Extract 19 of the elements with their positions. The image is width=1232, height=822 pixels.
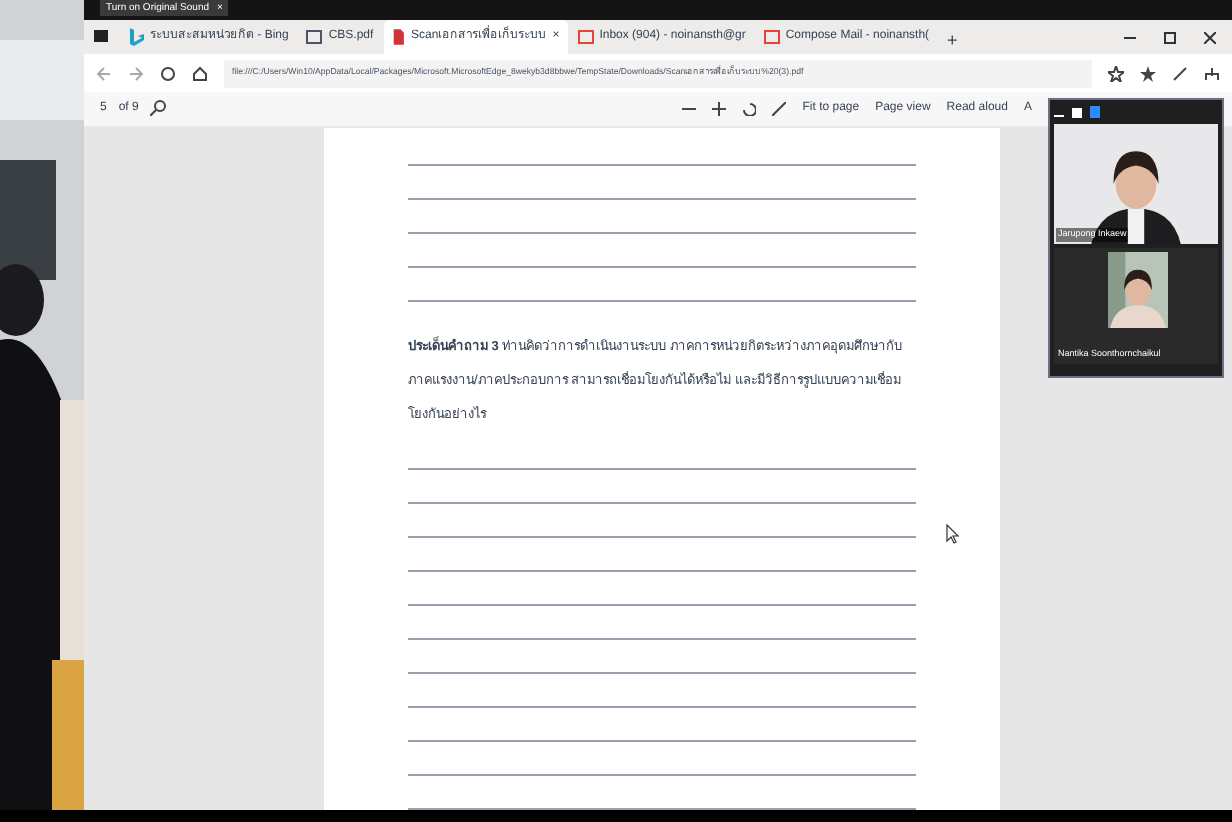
- cursor-icon: [946, 524, 960, 544]
- maximize-icon[interactable]: [1164, 32, 1176, 45]
- document-icon: [391, 28, 405, 47]
- close-icon[interactable]: [1204, 32, 1216, 45]
- favorites-icon[interactable]: [1140, 65, 1156, 82]
- refresh-icon[interactable]: [160, 65, 176, 82]
- mail-icon: [763, 30, 780, 45]
- minimize-icon[interactable]: [1124, 32, 1136, 45]
- view-icon[interactable]: [1072, 107, 1082, 117]
- window-menu-icon[interactable]: [92, 26, 112, 47]
- page-icon: [306, 30, 323, 45]
- zoom-in-icon[interactable]: [712, 101, 727, 116]
- favorite-star-icon[interactable]: [1108, 65, 1124, 82]
- rotate-icon[interactable]: [742, 101, 757, 116]
- mail-icon: [577, 30, 594, 45]
- logo-icon: [130, 28, 144, 47]
- new-tab-button[interactable]: +: [939, 32, 966, 51]
- search-icon[interactable]: [150, 100, 167, 117]
- home-icon[interactable]: [192, 65, 208, 82]
